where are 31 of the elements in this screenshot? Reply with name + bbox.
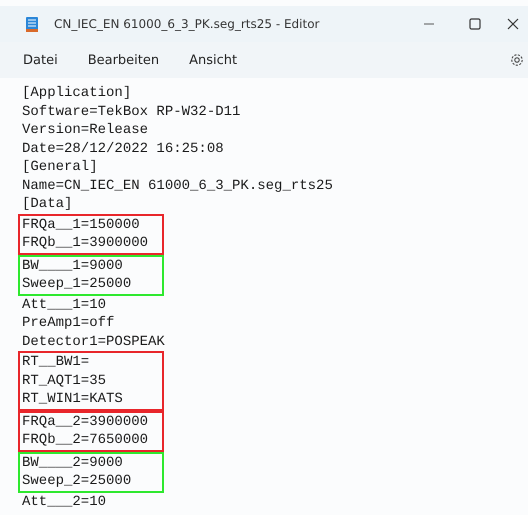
text-line: Att___1=10 bbox=[22, 296, 108, 314]
settings-icon[interactable] bbox=[510, 53, 524, 67]
text-line: [Data] bbox=[22, 195, 74, 214]
notepad-icon bbox=[26, 16, 38, 32]
menu-item[interactable]: Ansicht bbox=[180, 48, 246, 72]
text-line: BW____2=9000 bbox=[22, 454, 124, 472]
window-title: CN_IEC_EN 61000_6_3_PK.seg_rts25 - Editor bbox=[54, 17, 320, 31]
text-line: FRQb__2=7650000 bbox=[22, 431, 150, 450]
text-line: FRQb__1=3900000 bbox=[22, 234, 150, 252]
text-line: RT__BW1= bbox=[22, 353, 90, 372]
text-line: Sweep_1=25000 bbox=[22, 275, 132, 294]
text-line: FRQa__1=150000 bbox=[22, 216, 141, 234]
minimize-icon bbox=[423, 23, 435, 25]
text-line: BW____1=9000 bbox=[22, 256, 124, 275]
text-line: RT_WIN1=KATS bbox=[22, 390, 124, 408]
close-icon bbox=[507, 18, 519, 30]
text-line: PreAmp1=off bbox=[22, 314, 116, 332]
menu-item[interactable]: Bearbeiten bbox=[78, 48, 168, 72]
text-line: [Application] bbox=[22, 84, 132, 102]
text-line: [General] bbox=[22, 158, 99, 176]
text-line: FRQa__2=3900000 bbox=[22, 412, 150, 431]
menu-item[interactable]: Datei bbox=[14, 48, 67, 72]
text-line: Detector1=POSPEAK bbox=[22, 332, 165, 351]
maximize-icon bbox=[469, 18, 481, 30]
text-line: Name=CN_IEC_EN 61000_6_3_PK.seg_rts25 bbox=[22, 176, 333, 195]
text-line: Version=Release bbox=[22, 121, 150, 140]
text-line: Sweep_2=25000 bbox=[22, 472, 132, 490]
text-line: RT_AQT1=35 bbox=[22, 372, 108, 390]
text-line: Software=TekBox RP-W32-D11 bbox=[22, 102, 242, 121]
text-line: Date=28/12/2022 16:25:08 bbox=[22, 140, 225, 158]
text-line: Att___2=10 bbox=[22, 492, 108, 511]
